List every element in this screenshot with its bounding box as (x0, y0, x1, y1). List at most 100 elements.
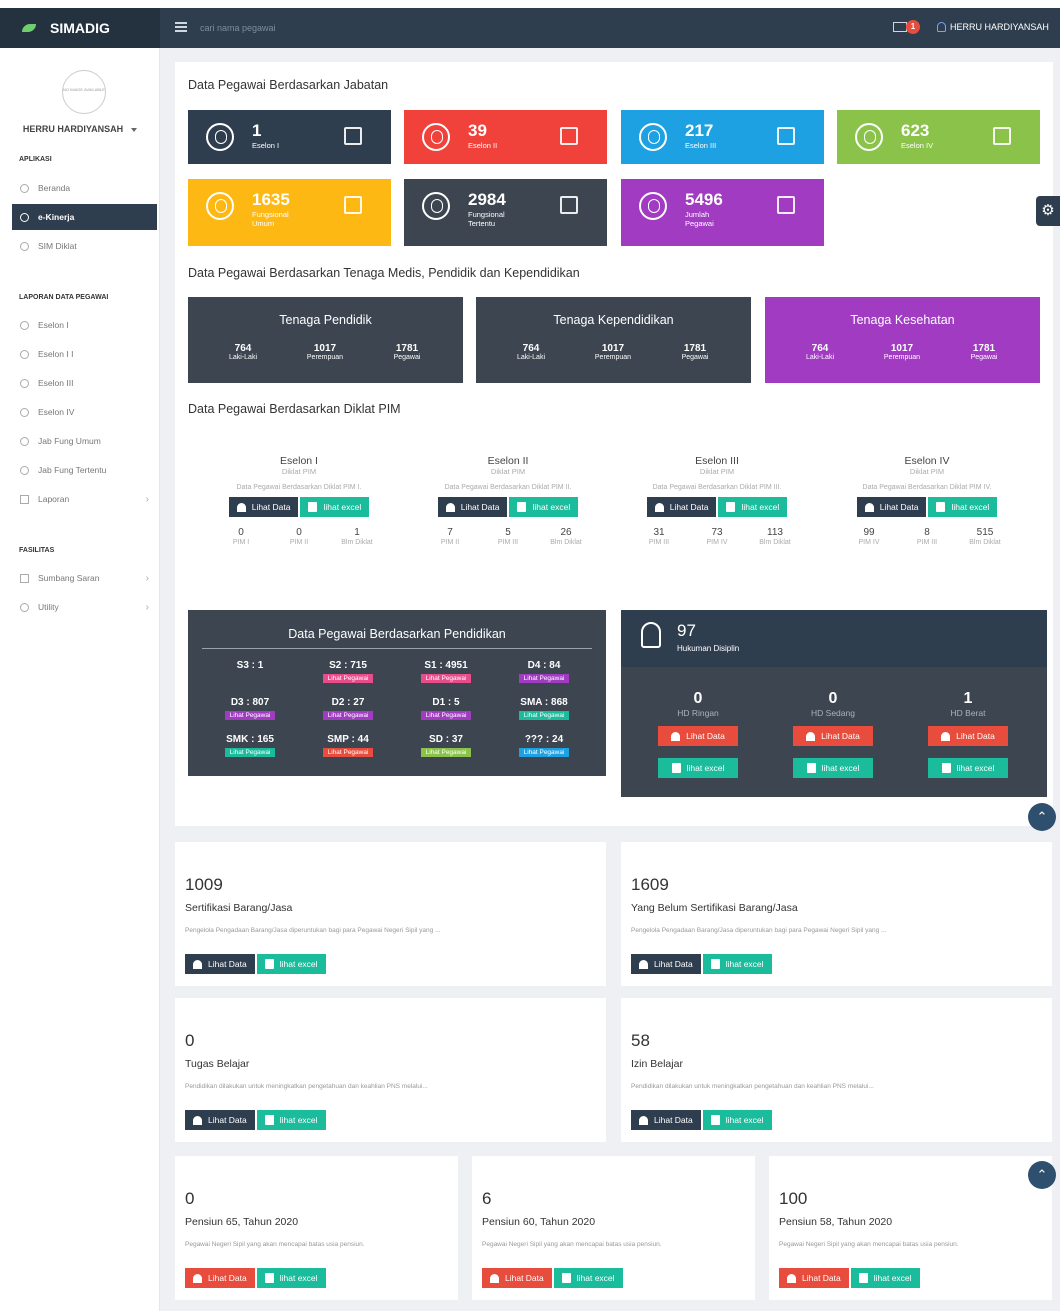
sidebar-item-eselon-3[interactable]: Eselon III (12, 370, 157, 396)
diklat-subtitle: Diklat PIM (699, 467, 735, 476)
lihat-pegawai-link[interactable]: Lihat Pegawai (322, 674, 374, 683)
lihat-excel-button[interactable]: lihat excel (928, 497, 998, 517)
lihat-excel-button[interactable]: lihat excel (718, 497, 788, 517)
stat-card[interactable]: 39 Eselon II (404, 110, 607, 164)
diklat-group-title: Eselon IV (904, 455, 950, 467)
stat-card[interactable]: 623 Eselon IV (837, 110, 1040, 164)
lihat-data-button[interactable]: Lihat Data (856, 497, 927, 517)
lihat-data-button[interactable]: Lihat Data (646, 497, 717, 517)
lihat-data-button[interactable]: Lihat Data (779, 1268, 849, 1288)
pendidikan-cell: S3 : 1 (214, 660, 286, 671)
sidebar-item-eselon-4[interactable]: Eselon IV (12, 399, 157, 425)
lihat-data-button[interactable]: Lihat Data (928, 726, 1008, 746)
pendidikan-value: D4 : 84 (527, 660, 561, 671)
lihat-data-button[interactable]: Lihat Data (185, 954, 255, 974)
gear-icon (20, 602, 29, 612)
caret-down-icon (131, 127, 138, 132)
lihat-excel-button[interactable]: lihat excel (256, 1110, 326, 1130)
lihat-pegawai-link[interactable]: Lihat Pegawai (420, 674, 472, 683)
stat-label: Jumlah Pegawai (685, 210, 714, 228)
document-icon (344, 127, 362, 145)
lihat-pegawai-link[interactable]: Lihat Pegawai (420, 748, 472, 757)
card-description: Pegawai Negeri Sipil yang akan mencapai … (779, 1241, 959, 1248)
sidebar-label: Eselon IV (38, 407, 75, 417)
excel-icon (726, 502, 736, 512)
sidebar-item-eselon-2[interactable]: Eselon I I (12, 341, 157, 367)
lihat-data-button[interactable]: Lihat Data (793, 726, 873, 746)
settings-gear-icon[interactable]: ⚙ (1036, 196, 1060, 226)
lihat-excel-button[interactable]: lihat excel (256, 954, 326, 974)
lihat-excel-button[interactable]: lihat excel (509, 497, 579, 517)
lihat-pegawai-link[interactable]: Lihat Pegawai (518, 711, 570, 720)
lihat-pegawai-link[interactable]: Lihat Pegawai (322, 711, 374, 720)
tenaga-male: 764 Laki-Laki (208, 343, 278, 361)
lihat-data-button[interactable]: Lihat Data (631, 1110, 701, 1130)
lihat-pegawai-link[interactable]: Lihat Pegawai (224, 748, 276, 757)
lihat-data-button[interactable]: Lihat Data (482, 1268, 552, 1288)
search-input[interactable] (200, 20, 400, 36)
headset-icon (193, 959, 202, 969)
mail-icon[interactable] (893, 22, 907, 32)
sidebar-item-jab-fung-umum[interactable]: Jab Fung Umum (12, 428, 157, 454)
circle-icon (20, 212, 29, 222)
stat-card[interactable]: 2984 Fungsional Tertentu (404, 179, 607, 246)
stat-value: 1635 (252, 190, 290, 209)
sidebar-item-e-kinerja[interactable]: e-Kinerja (12, 204, 157, 230)
sidebar-item-jab-fung-tertentu[interactable]: Jab Fung Tertentu (12, 457, 157, 483)
tenaga-female: 1017 Perempuan (578, 343, 648, 361)
sidebar-item-sumbang-saran[interactable]: Sumbang Saran › (12, 565, 157, 591)
sidebar-user-dropdown[interactable]: HERRU HARDIYANSAH (0, 124, 160, 134)
pendidikan-value: ??? : 24 (524, 734, 564, 745)
card-title: Sertifikasi Barang/Jasa (185, 902, 293, 914)
sidebar-item-beranda[interactable]: Beranda (12, 175, 157, 201)
stat-card[interactable]: 1 Eselon I (188, 110, 391, 164)
lihat-excel-button[interactable]: lihat excel (702, 1110, 772, 1130)
user-menu[interactable]: HERRU HARDIYANSAH (937, 22, 1049, 32)
document-icon (344, 196, 362, 214)
stat-card[interactable]: 5496 Jumlah Pegawai (621, 179, 824, 246)
lihat-excel-button[interactable]: lihat excel (928, 758, 1008, 778)
lihat-data-button[interactable]: Lihat Data (658, 726, 738, 746)
brand[interactable]: SIMADIG (0, 8, 160, 48)
excel-icon (858, 1273, 868, 1283)
diklat-count-label: Blm Diklat (550, 539, 582, 546)
excel-icon (264, 1115, 274, 1125)
lihat-pegawai-link[interactable]: Lihat Pegawai (322, 748, 374, 757)
diklat-subtitle: Diklat PIM (909, 467, 945, 476)
lihat-excel-button[interactable]: lihat excel (658, 758, 738, 778)
sidebar-item-utility[interactable]: Utility › (12, 594, 157, 620)
lihat-pegawai-link[interactable]: Lihat Pegawai (420, 711, 472, 720)
tenaga-label: Laki-Laki (805, 354, 834, 361)
menu-toggle-icon[interactable] (175, 22, 187, 32)
tenaga-value: 764 (811, 343, 829, 354)
lihat-data-button[interactable]: Lihat Data (631, 954, 701, 974)
document-icon (777, 196, 795, 214)
diklat-count: 0 (238, 527, 244, 538)
button-label: Lihat Data (208, 1115, 247, 1125)
sidebar-item-laporan[interactable]: Laporan › (12, 486, 157, 512)
lihat-excel-button[interactable]: lihat excel (850, 1268, 920, 1288)
scroll-up-button[interactable]: ⌃ (1028, 803, 1056, 831)
sidebar-item-sim-diklat[interactable]: SIM Diklat (12, 233, 157, 259)
scroll-up-button[interactable]: ⌃ (1028, 1161, 1056, 1189)
lihat-excel-button[interactable]: lihat excel (793, 758, 873, 778)
lihat-pegawai-link[interactable]: Lihat Pegawai (518, 674, 570, 683)
lihat-data-button[interactable]: Lihat Data (185, 1268, 255, 1288)
summary-card: 0 Tugas Belajar Pendidikan dilakukan untuk… (175, 998, 606, 1142)
lihat-data-button[interactable]: Lihat Data (185, 1110, 255, 1130)
lihat-excel-button[interactable]: lihat excel (300, 497, 370, 517)
lihat-pegawai-link[interactable]: Lihat Pegawai (224, 711, 276, 720)
stat-card[interactable]: 1635 Fungsional Umum (188, 179, 391, 246)
diklat-values: 99 PIM IV 8 PIM III 515 Blm Diklat (827, 527, 1027, 547)
stat-card[interactable]: 217 Eselon III (621, 110, 824, 164)
card-description: Pegawai Negeri Sipil yang akan mencapai … (185, 1241, 365, 1248)
lihat-excel-button[interactable]: lihat excel (256, 1268, 326, 1288)
lihat-pegawai-link[interactable]: Lihat Pegawai (518, 748, 570, 757)
headset-icon (193, 1273, 202, 1283)
lihat-data-button[interactable]: Lihat Data (228, 497, 299, 517)
diklat-subtitle: Diklat PIM (490, 467, 526, 476)
lihat-excel-button[interactable]: lihat excel (702, 954, 772, 974)
lihat-excel-button[interactable]: lihat excel (553, 1268, 623, 1288)
lihat-data-button[interactable]: Lihat Data (437, 497, 508, 517)
sidebar-item-eselon-1[interactable]: Eselon I (12, 312, 157, 338)
